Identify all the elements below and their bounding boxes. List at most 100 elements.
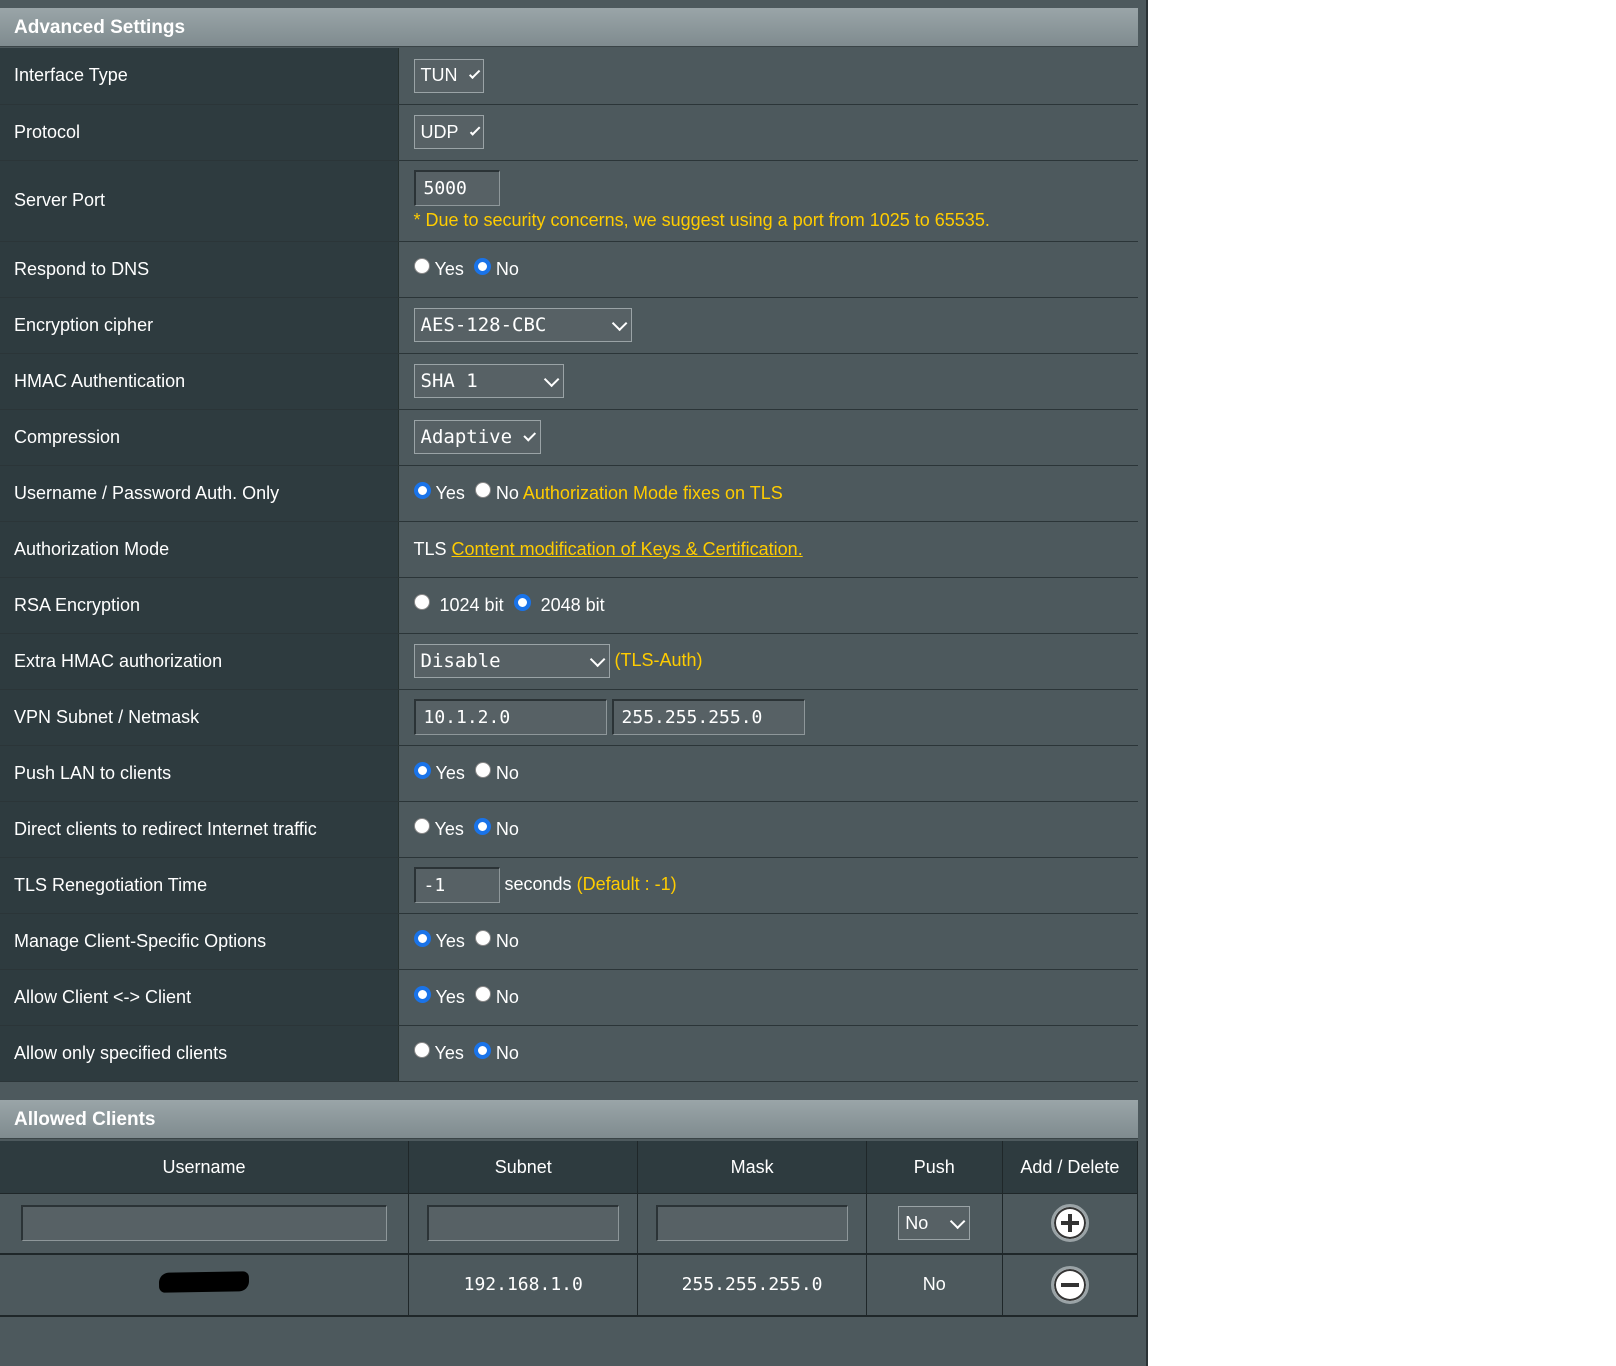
encryption-cipher-select[interactable]: AES-128-CBC: [413, 308, 632, 342]
chevron-down-icon: [523, 428, 537, 442]
tls-reneg-label: TLS Renegotiation Time: [0, 857, 398, 914]
tls-reneg-input[interactable]: -1: [413, 867, 500, 903]
respond-dns-no-radio[interactable]: [473, 257, 491, 275]
new-push-select[interactable]: No: [898, 1206, 971, 1241]
new-push-value: No: [905, 1212, 929, 1233]
allowed-clients-table: Username Subnet Mask Push Add / Delete N…: [0, 1141, 1139, 1317]
radio-label: Yes: [435, 482, 465, 503]
push-lan-label: Push LAN to clients: [0, 745, 398, 802]
redirect-yes-radio[interactable]: [413, 817, 430, 834]
interface-type-label: Interface Type: [0, 48, 398, 105]
extra-hmac-select[interactable]: Disable: [413, 644, 610, 678]
radio-label: No: [495, 930, 519, 951]
radio-label: Yes: [435, 930, 465, 951]
chevron-down-icon: [589, 651, 605, 667]
add-client-button[interactable]: [1050, 1204, 1089, 1243]
rsa-2048-radio[interactable]: [513, 593, 531, 611]
col-username: Username: [0, 1141, 410, 1194]
radio-label: No: [495, 482, 519, 503]
allowed-clients-title: Allowed Clients: [0, 1100, 1138, 1139]
ccd-label: Manage Client-Specific Options: [0, 913, 398, 970]
advanced-settings-title: Advanced Settings: [0, 8, 1138, 47]
user-pass-only-yes-radio[interactable]: [413, 481, 431, 499]
radio-label: Yes: [434, 258, 464, 279]
hmac-auth-label: HMAC Authentication: [0, 353, 398, 410]
auth-mode-value: TLS: [413, 538, 447, 559]
radio-label: No: [495, 258, 519, 279]
delete-client-button[interactable]: [1050, 1265, 1089, 1304]
only-specified-no-radio[interactable]: [473, 1041, 491, 1059]
push-lan-yes-radio[interactable]: [413, 761, 431, 779]
hmac-auth-select[interactable]: SHA 1: [413, 364, 564, 398]
radio-label: Yes: [435, 986, 465, 1007]
vpn-subnet-label: VPN Subnet / Netmask: [0, 689, 398, 746]
user-pass-only-note: Authorization Mode fixes on TLS: [522, 482, 783, 503]
panel-divider: [1146, 0, 1148, 1366]
chevron-down-icon: [469, 124, 480, 136]
advanced-settings-table: Interface Type TUN Protocol UDP Server P…: [0, 48, 1138, 1082]
protocol-label: Protocol: [0, 104, 398, 161]
hmac-auth-value: SHA 1: [420, 370, 478, 392]
server-port-note: * Due to security concerns, we suggest u…: [413, 210, 990, 230]
redacted-username: [158, 1271, 250, 1293]
chevron-down-icon: [543, 371, 559, 387]
tls-reneg-default-note: (Default : -1): [576, 873, 677, 894]
ccd-yes-radio[interactable]: [413, 929, 431, 947]
only-specified-clients-label: Allow only specified clients: [0, 1025, 398, 1082]
plus-icon-stem: [1067, 1214, 1072, 1233]
compression-select[interactable]: Adaptive: [413, 420, 541, 454]
server-port-label: Server Port: [0, 160, 398, 242]
radio-label: No: [495, 762, 519, 783]
push-lan-no-radio[interactable]: [474, 761, 491, 778]
vpn-netmask-input[interactable]: 255.255.255.0: [611, 699, 805, 735]
col-subnet: Subnet: [408, 1141, 639, 1194]
new-username-input[interactable]: [21, 1205, 388, 1242]
interface-type-select[interactable]: TUN: [413, 58, 484, 93]
c2c-yes-radio[interactable]: [413, 985, 431, 1003]
protocol-value: UDP: [420, 121, 459, 142]
tls-reneg-unit: seconds: [504, 873, 572, 894]
extra-hmac-label: Extra HMAC authorization: [0, 633, 398, 690]
radio-label: Yes: [434, 818, 464, 839]
redirect-no-radio[interactable]: [473, 817, 491, 835]
encryption-cipher-label: Encryption cipher: [0, 297, 398, 354]
rsa-encryption-label: RSA Encryption: [0, 577, 398, 634]
minus-icon: [1060, 1282, 1079, 1287]
interface-type-value: TUN: [420, 65, 458, 86]
extra-hmac-value: Disable: [420, 650, 501, 672]
chevron-down-icon: [950, 1213, 966, 1229]
radio-label: Yes: [434, 1042, 464, 1063]
new-client-row: No: [0, 1193, 1139, 1255]
only-specified-yes-radio[interactable]: [413, 1041, 430, 1058]
user-pass-only-no-radio[interactable]: [474, 481, 491, 498]
ccd-no-radio[interactable]: [474, 929, 491, 946]
redirect-traffic-label: Direct clients to redirect Internet traf…: [0, 801, 398, 858]
protocol-select[interactable]: UDP: [413, 115, 484, 149]
new-mask-input[interactable]: [656, 1205, 849, 1242]
new-subnet-input[interactable]: [427, 1205, 620, 1242]
radio-label: 2048 bit: [540, 594, 605, 615]
c2c-no-radio[interactable]: [474, 985, 491, 1002]
radio-label: No: [495, 986, 519, 1007]
respond-dns-label: Respond to DNS: [0, 241, 398, 298]
encryption-cipher-value: AES-128-CBC: [420, 314, 547, 336]
radio-label: Yes: [435, 762, 465, 783]
keys-certification-link[interactable]: Content modification of Keys & Certifica…: [452, 539, 803, 559]
col-mask: Mask: [637, 1141, 867, 1194]
chevron-down-icon: [468, 67, 480, 80]
server-port-input[interactable]: 5000: [413, 170, 500, 206]
radio-label: No: [495, 1042, 519, 1063]
respond-dns-yes-radio[interactable]: [413, 257, 430, 274]
radio-label: No: [495, 818, 519, 839]
row-mask: 255.255.255.0: [637, 1253, 867, 1317]
compression-label: Compression: [0, 409, 398, 466]
row-push: No: [866, 1253, 1003, 1317]
table-row: 192.168.1.0 255.255.255.0 No: [0, 1253, 1139, 1317]
vpn-subnet-input[interactable]: 10.1.2.0: [413, 699, 607, 735]
rsa-1024-radio[interactable]: [413, 593, 430, 610]
radio-label: 1024 bit: [439, 594, 504, 615]
extra-hmac-note: (TLS-Auth): [614, 649, 703, 670]
row-subnet: 192.168.1.0: [408, 1253, 639, 1317]
compression-value: Adaptive: [420, 426, 513, 448]
col-push: Push: [866, 1141, 1003, 1194]
